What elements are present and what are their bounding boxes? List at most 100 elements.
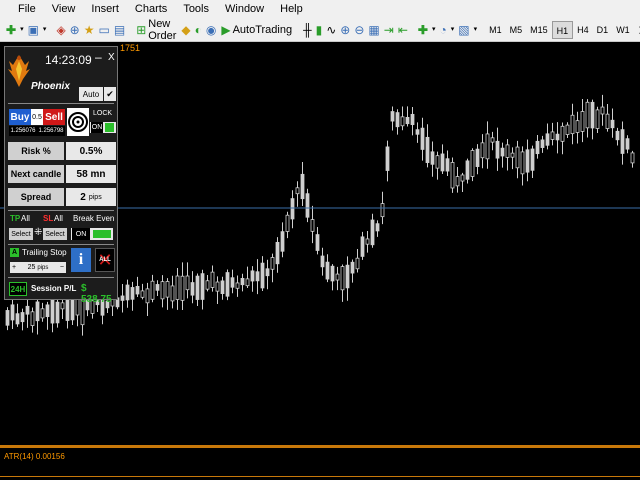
panel-minimize-button[interactable]: – [95,50,102,64]
lock-target-icon[interactable] [67,108,89,136]
candle-body [345,264,350,289]
market-watch-icon[interactable]: ◈ [56,22,65,38]
menu-tools[interactable]: Tools [175,0,217,18]
panel-close-button[interactable]: X [108,52,115,63]
break-even-toggle[interactable]: ON [71,228,113,240]
candle-body [165,281,170,298]
candle-body [375,223,380,232]
menu-file[interactable]: File [0,0,44,18]
candle [400,106,405,131]
menu-window[interactable]: Window [217,0,272,18]
lot-size-value: 0.5 [32,113,42,121]
candle [550,122,555,146]
candle-body [155,284,160,291]
candle-body [435,155,440,169]
zoom-in-icon[interactable]: ⊕ [340,22,350,38]
auto-trading-button[interactable]: ▶ AutoTrading [218,20,295,40]
dropdown-arrow-icon[interactable]: ▾ [20,22,24,38]
trailing-stop-stepper[interactable]: + 25 pips − [10,262,66,273]
candle-body [350,261,355,274]
navigator-icon[interactable]: ★ [84,22,95,38]
dropdown-arrow-icon[interactable]: ▾ [43,22,47,38]
indicators-icon[interactable]: ✚ [418,22,428,38]
decrement-icon[interactable]: − [60,264,64,271]
candle [180,262,185,310]
indicator-panel[interactable]: ATR(14) 0.00156 [0,448,640,480]
candle [170,275,175,309]
timeframe-d1[interactable]: D1 [593,21,613,39]
crosshair-icon[interactable]: ⁜ [34,227,42,238]
candle [515,140,520,179]
candle [395,109,400,135]
dropdown-arrow-icon[interactable]: ▾ [432,22,436,38]
risk-value-input[interactable]: 0.5% [66,142,116,160]
candle [300,161,305,206]
dropdown-arrow-icon[interactable]: ▾ [451,22,455,38]
risk-value: 0.5% [79,145,103,157]
dropdown-arrow-icon[interactable]: ▾ [474,22,478,38]
new-order-button[interactable]: ⊞ New Order [133,18,179,42]
sell-button[interactable]: Sell [43,109,65,125]
strategy-tester-icon[interactable]: ▤ [114,22,125,38]
timeframe-m15[interactable]: M15 [526,21,552,39]
bar-chart-icon[interactable]: ╫ [303,22,312,38]
candle-body [615,130,620,141]
templates-icon[interactable]: ▧ [458,22,469,38]
lock-toggle[interactable]: ON [90,122,116,133]
timeframe-w1[interactable]: W1 [612,21,634,39]
tp-select-button[interactable]: Select [9,228,33,240]
candle [220,276,225,300]
candle-body [425,136,430,164]
period-button[interactable]: 24H [9,282,27,296]
buy-button[interactable]: Buy [9,109,31,125]
candle-body [70,297,75,321]
tile-windows-icon[interactable]: ▦ [368,22,379,38]
menu-view[interactable]: View [44,0,84,18]
metaeditor-icon[interactable]: ◆ [181,22,190,38]
candle [5,307,10,331]
lot-size-input[interactable]: 0.5 [31,109,43,125]
candlestick-icon[interactable]: ▮ [316,22,323,38]
candle-body [475,148,480,167]
candle-body [120,295,125,301]
line-chart-icon[interactable]: ∿ [326,22,336,38]
candle [410,106,415,136]
profiles-icon[interactable]: ▣ [28,22,39,38]
menu-insert[interactable]: Insert [83,0,127,18]
timeframe-h1[interactable]: H1 [551,20,574,39]
candle-body [500,147,505,157]
candle [475,144,480,175]
candle-body [180,275,185,301]
break-even-label: Break Even [73,214,115,223]
mode-button[interactable]: Auto [79,87,103,101]
timeframe-h4[interactable]: H4 [573,21,593,39]
timeframe-m1[interactable]: M1 [485,21,506,39]
info-icon: i [78,251,84,268]
candle [270,253,275,283]
trailing-stop-toggle-icon[interactable]: A [10,248,19,257]
zoom-out-icon[interactable]: ⊖ [354,22,364,38]
candle-body [225,272,230,297]
signals-icon[interactable]: ◐ [195,22,202,38]
mode-confirm-button[interactable]: ✔ [104,87,116,101]
data-window-icon[interactable]: ⊕ [70,22,80,38]
menu-charts[interactable]: Charts [127,0,175,18]
autoscroll-icon[interactable]: ⇥ [384,22,394,38]
candle [600,94,605,126]
periods-icon[interactable]: ◔ [439,22,446,38]
terminal-icon[interactable]: ▭ [99,22,110,38]
new-chart-icon[interactable]: ✚ [6,22,16,38]
candle [430,141,435,177]
info-button[interactable]: i [71,248,91,272]
increment-icon[interactable]: + [12,264,16,271]
candle [445,150,450,176]
sl-select-button[interactable]: Select [43,228,67,240]
candle [500,142,505,168]
timeframe-m5[interactable]: M5 [506,21,527,39]
candle [520,146,525,186]
menu-help[interactable]: Help [272,0,311,18]
close-all-button[interactable]: ✕ ALL [95,248,115,272]
chart-shift-icon[interactable]: ⇤ [398,22,408,38]
market-icon[interactable]: ◉ [206,22,216,38]
candle [140,283,145,300]
